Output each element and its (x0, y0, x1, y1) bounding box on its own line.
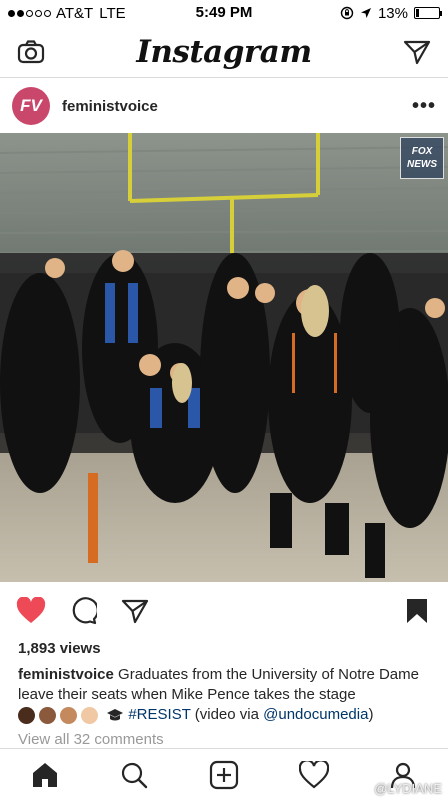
rotation-lock-icon (340, 6, 354, 20)
direct-message-button[interactable] (402, 37, 432, 67)
raised-fist-emoji-2 (39, 706, 56, 724)
more-options-button[interactable]: ••• (412, 95, 436, 118)
like-button[interactable] (14, 594, 48, 628)
tab-activity[interactable] (292, 753, 336, 797)
top-nav-bar: Instagram (0, 26, 448, 78)
post-actions (0, 588, 448, 634)
comment-button[interactable] (66, 594, 100, 628)
bookmark-icon (407, 599, 427, 623)
mention-link[interactable]: @undocumedia (263, 706, 368, 723)
caption-username[interactable]: feministvoice (18, 666, 114, 683)
location-arrow-icon (360, 8, 371, 18)
add-post-icon (209, 760, 239, 789)
direct-message-icon (403, 40, 431, 64)
hashtag-link[interactable]: #RESIST (128, 706, 190, 723)
heart-outline-icon (298, 760, 329, 788)
camera-icon (17, 39, 45, 63)
view-count: 1,893 views (18, 640, 101, 657)
tab-home[interactable] (23, 753, 67, 797)
tab-new-post[interactable] (202, 753, 246, 797)
raised-fist-emoji-1 (18, 706, 35, 724)
search-icon (122, 762, 148, 788)
caption-via-prefix: (video via (194, 706, 259, 723)
post-header: FV feministvoice ••• (0, 79, 448, 133)
graduation-cap-icon (107, 709, 124, 721)
caption-via-suffix: ) (368, 706, 374, 723)
post-caption: feministvoice Graduates from the Univers… (18, 665, 436, 725)
post-video[interactable]: FOX NEWS (0, 133, 448, 582)
post-username[interactable]: feministvoice (62, 98, 158, 115)
video-frame-image (0, 133, 448, 582)
share-icon (121, 599, 149, 624)
network-type: LTE (99, 4, 126, 22)
raised-fist-emojis (18, 706, 98, 724)
view-all-comments-link[interactable]: View all 32 comments (18, 731, 164, 748)
tab-search[interactable] (112, 753, 156, 797)
battery-percent: 13% (377, 4, 408, 22)
instagram-logo: Instagram (136, 33, 312, 70)
battery-icon (414, 7, 442, 19)
home-icon (32, 762, 57, 787)
weibo-watermark: @LYDIANE (374, 781, 442, 796)
save-button[interactable] (400, 594, 434, 628)
raised-fist-emoji-4 (81, 706, 98, 724)
raised-fist-emoji-3 (60, 706, 77, 724)
carrier-name: AT&T (56, 4, 94, 22)
signal-strength-icon (8, 9, 51, 17)
share-button[interactable] (118, 594, 152, 628)
status-bar: AT&T LTE 5:49 PM 13% (0, 0, 448, 26)
comment-icon (72, 597, 97, 625)
avatar[interactable]: FV (12, 87, 50, 125)
heart-icon (16, 597, 46, 623)
fox-news-logo: FOX NEWS (400, 137, 444, 179)
camera-button[interactable] (16, 37, 46, 67)
bottom-tab-bar: @LYDIANE (0, 748, 448, 800)
